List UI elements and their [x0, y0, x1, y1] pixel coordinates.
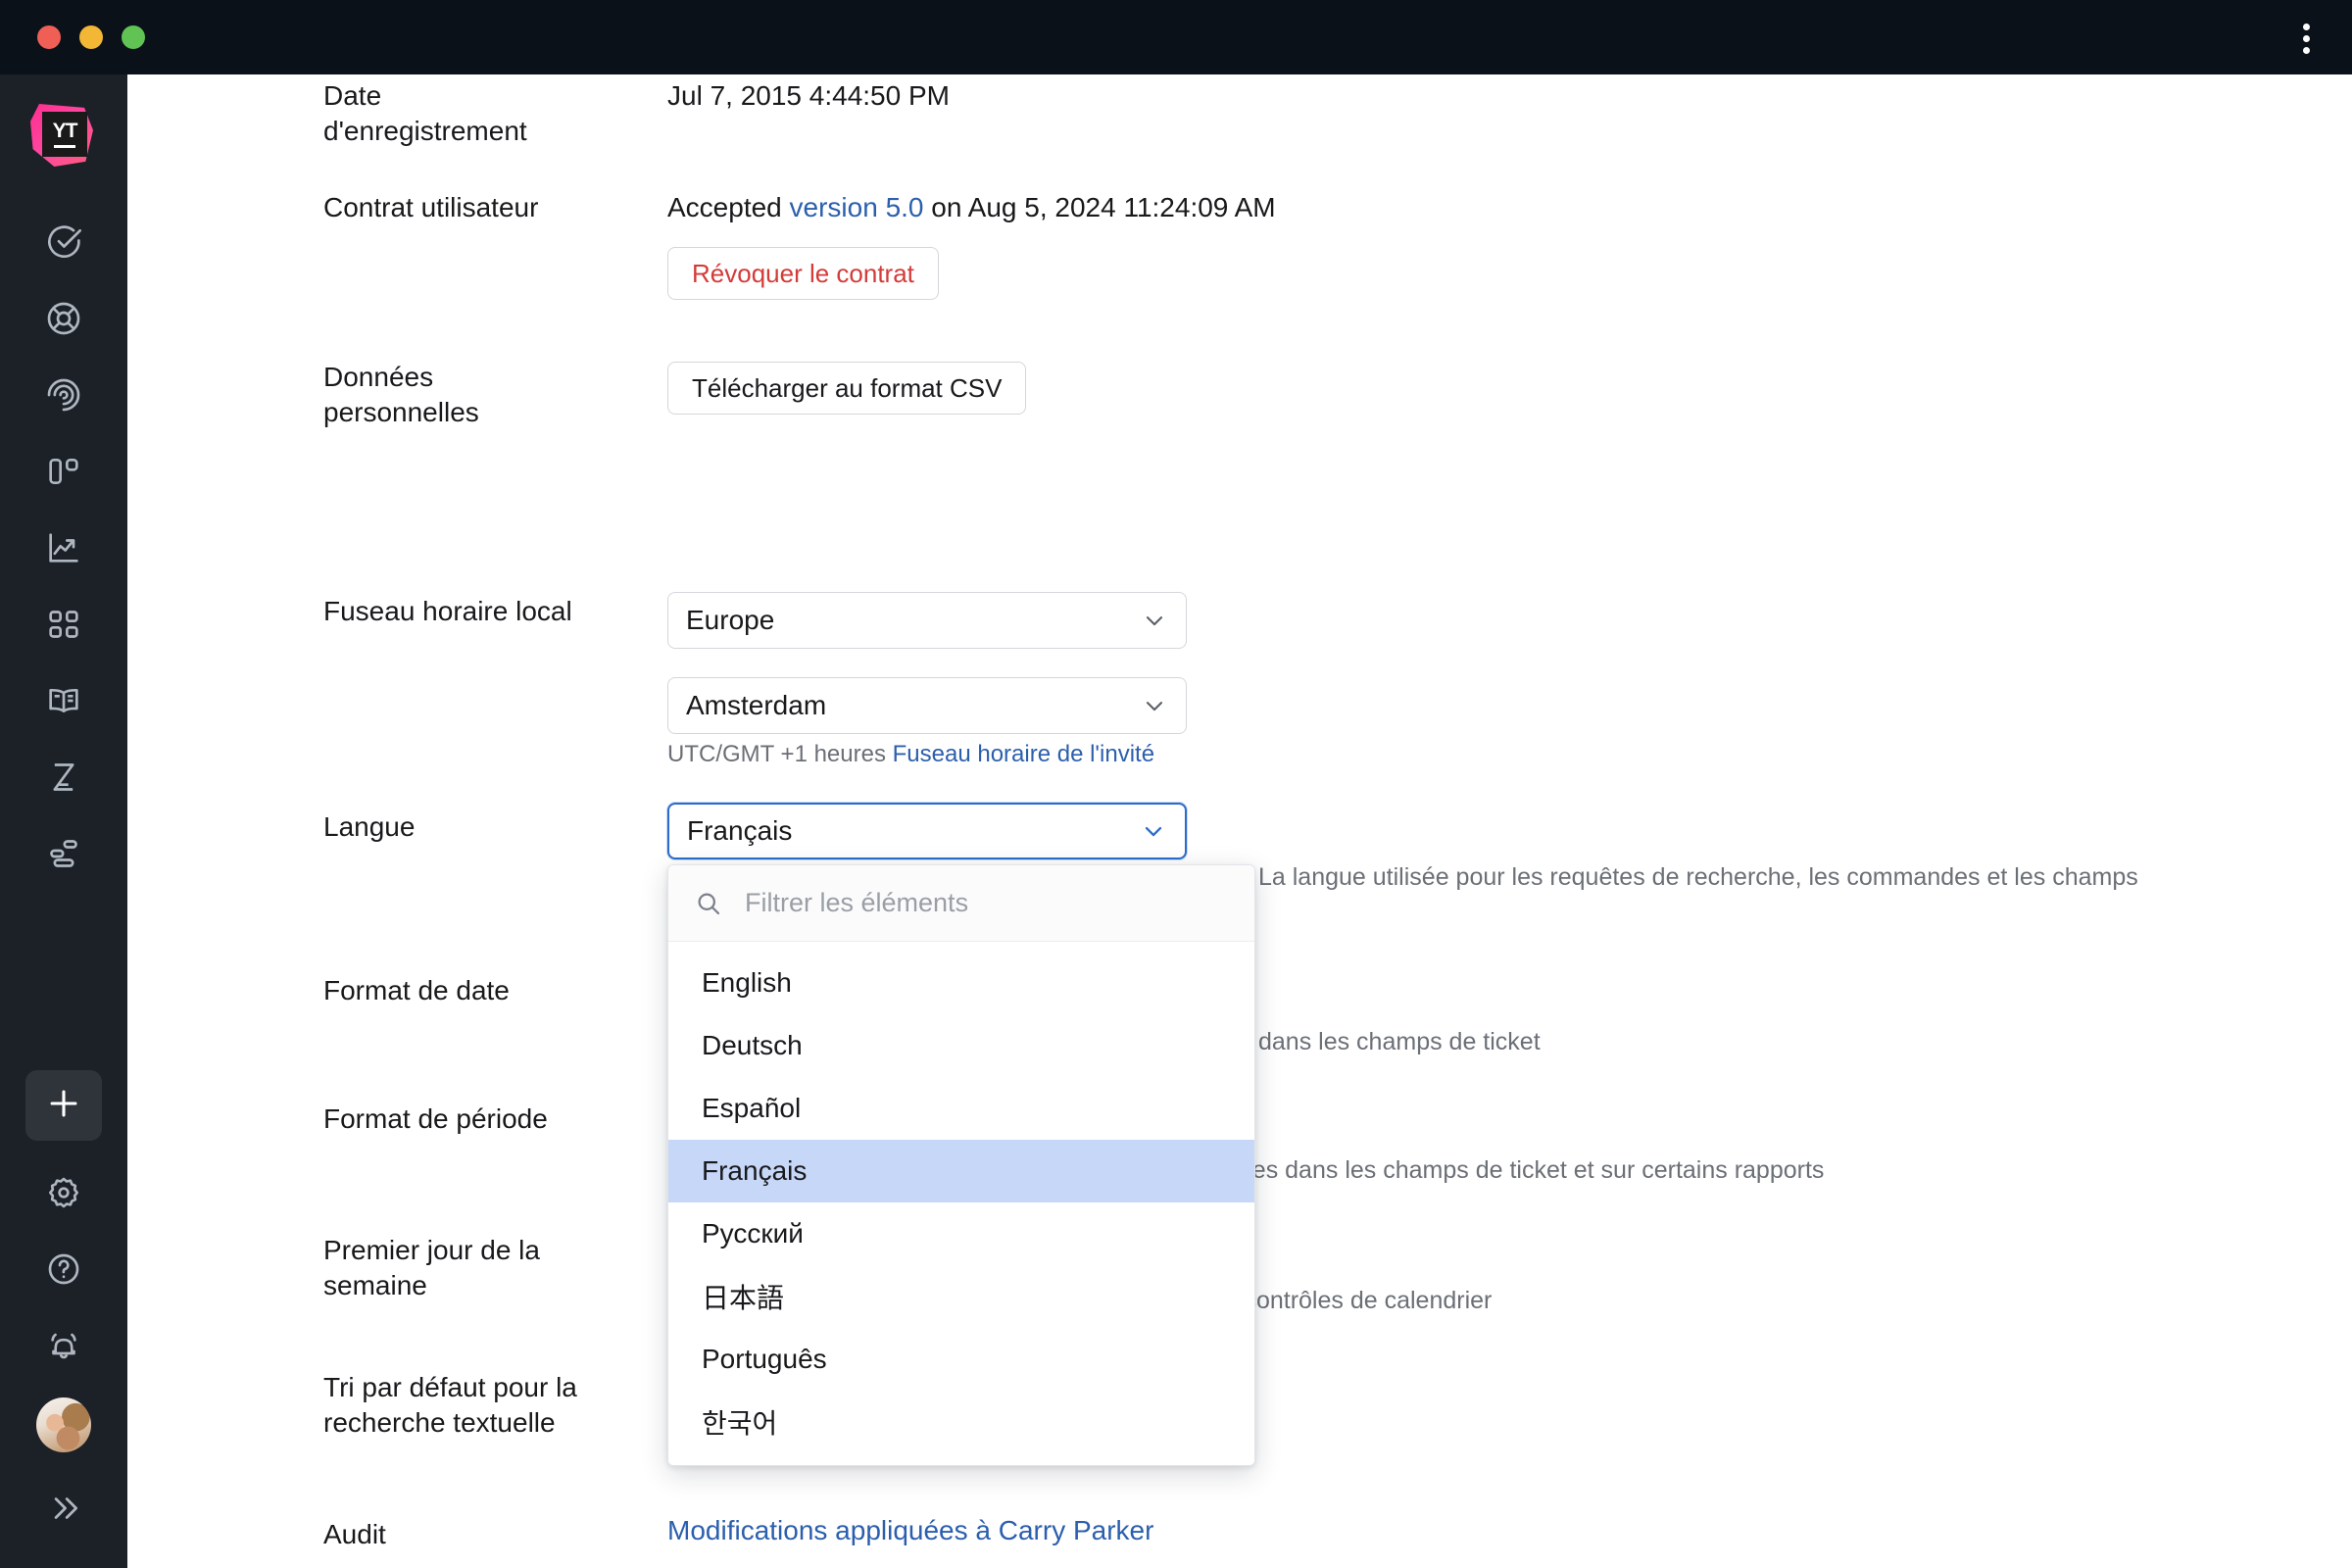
- guest-timezone-link[interactable]: Fuseau horaire de l'invité: [893, 741, 1154, 767]
- more-options-icon[interactable]: [2291, 22, 2321, 55]
- download-csv-button[interactable]: Télécharger au format CSV: [667, 362, 1026, 415]
- radar-icon: [44, 375, 83, 415]
- timezone-region-select[interactable]: Europe: [667, 592, 1187, 649]
- sidebar: YT: [0, 74, 127, 1568]
- youtrack-logo[interactable]: YT: [28, 100, 99, 171]
- sidebar-item-agile-boards[interactable]: [25, 280, 102, 357]
- revoke-agreement-button[interactable]: Révoquer le contrat: [667, 247, 939, 300]
- kebab-dot: [2303, 47, 2310, 54]
- kebab-dot: [2303, 35, 2310, 42]
- agreement-prefix: Accepted: [667, 192, 790, 222]
- chevron-down-icon: [1140, 817, 1167, 845]
- question-circle-icon: [44, 1250, 83, 1289]
- language-label: Langue: [323, 809, 657, 845]
- user-agreement-value: Accepted version 5.0 on Aug 5, 2024 11:2…: [667, 190, 1276, 225]
- lifebuoy-icon: [44, 299, 83, 338]
- agreement-suffix: on Aug 5, 2024 11:24:09 AM: [924, 192, 1276, 222]
- layout-icon: [44, 452, 83, 491]
- sidebar-item-dashboards[interactable]: [25, 586, 102, 662]
- timezone-city-value: Amsterdam: [686, 690, 1141, 721]
- sidebar-item-reports[interactable]: [25, 510, 102, 586]
- sidebar-item-issues[interactable]: [25, 204, 102, 280]
- title-bar: [0, 0, 2352, 74]
- dropdown-option[interactable]: 日本語: [668, 1265, 1254, 1328]
- sidebar-nav: [25, 204, 102, 892]
- logo-text: YT: [53, 121, 77, 141]
- chart-line-icon: [44, 528, 83, 567]
- dropdown-option[interactable]: 한국어: [668, 1391, 1254, 1453]
- chevrons-right-icon: [45, 1490, 82, 1527]
- audit-label: Audit: [323, 1517, 657, 1552]
- dropdown-filter-row[interactable]: Filtrer les éléments: [668, 865, 1254, 942]
- sidebar-item-projects[interactable]: [25, 433, 102, 510]
- kebab-dot: [2303, 24, 2310, 30]
- sidebar-item-help[interactable]: [25, 1231, 102, 1307]
- period-format-description: odes dans les champs de ticket et sur ce…: [1225, 1153, 1824, 1187]
- sidebar-bottom: [25, 1070, 102, 1568]
- grid-icon: [44, 605, 83, 644]
- dropdown-filter-placeholder: Filtrer les éléments: [745, 888, 968, 918]
- app-window: YT: [0, 0, 2352, 1568]
- check-circle-icon: [44, 222, 83, 262]
- bell-icon: [44, 1326, 83, 1365]
- registration-date-label: Date d'enregistrement: [323, 78, 657, 149]
- language-value: Français: [687, 815, 1140, 847]
- dropdown-option[interactable]: English: [668, 952, 1254, 1014]
- default-sort-label: Tri par défaut pour la recherche textuel…: [323, 1370, 715, 1441]
- sidebar-item-timesheets[interactable]: [25, 739, 102, 815]
- search-icon: [694, 889, 723, 918]
- date-format-label: Format de date: [323, 973, 657, 1008]
- plus-icon: [42, 1082, 85, 1130]
- personal-data-label: Données personnelles: [323, 360, 657, 430]
- dropdown-options-list: English Deutsch Español Français Русский…: [668, 942, 1254, 1465]
- language-dropdown-panel: Filtrer les éléments English Deutsch Esp…: [667, 864, 1255, 1466]
- timezone-city-select[interactable]: Amsterdam: [667, 677, 1187, 734]
- language-select[interactable]: Français: [667, 803, 1187, 859]
- local-timezone-label: Fuseau horaire local: [323, 594, 657, 629]
- user-agreement-label: Contrat utilisateur: [323, 190, 657, 225]
- first-day-of-week-label: Premier jour de la semaine: [323, 1233, 657, 1303]
- gear-icon: [44, 1173, 83, 1212]
- sidebar-item-articles[interactable]: [25, 662, 102, 739]
- date-format-description: dans les champs de ticket: [1258, 1025, 1541, 1058]
- registration-date-value: Jul 7, 2015 4:44:50 PM: [667, 78, 950, 114]
- timezone-region-value: Europe: [686, 605, 1141, 636]
- dropdown-option[interactable]: Deutsch: [668, 1014, 1254, 1077]
- agreement-version-link[interactable]: version 5.0: [790, 192, 924, 222]
- sliders-icon: [44, 834, 83, 873]
- avatar[interactable]: [36, 1397, 91, 1452]
- dropdown-option[interactable]: Русский: [668, 1202, 1254, 1265]
- minimize-button[interactable]: [79, 25, 103, 49]
- period-format-label: Format de période: [323, 1102, 657, 1137]
- dropdown-option[interactable]: Español: [668, 1077, 1254, 1140]
- language-description: La langue utilisée pour les requêtes de …: [1258, 860, 2138, 894]
- sidebar-item-workflows[interactable]: [25, 815, 102, 892]
- close-button[interactable]: [37, 25, 61, 49]
- dropdown-option[interactable]: Português: [668, 1328, 1254, 1391]
- timezone-hint-text: UTC/GMT +1 heures: [667, 741, 893, 767]
- sidebar-item-settings[interactable]: [25, 1154, 102, 1231]
- chevron-down-icon: [1141, 607, 1168, 634]
- create-button[interactable]: [25, 1070, 102, 1141]
- traffic-lights: [37, 25, 145, 49]
- hourglass-icon: [44, 758, 83, 797]
- maximize-button[interactable]: [122, 25, 145, 49]
- first-day-of-week-description: s contrôles de calendrier: [1225, 1284, 1492, 1317]
- sidebar-item-knowledge[interactable]: [25, 357, 102, 433]
- settings-panel: Date d'enregistrement Jul 7, 2015 4:44:5…: [127, 74, 2352, 1568]
- audit-changes-applied-link[interactable]: Modifications appliquées à Carry Parker: [667, 1515, 1153, 1546]
- sidebar-item-notifications[interactable]: [25, 1307, 102, 1384]
- logo-underscore: [54, 145, 75, 148]
- expand-sidebar-button[interactable]: [25, 1470, 102, 1546]
- chevron-down-icon: [1141, 692, 1168, 719]
- book-icon: [44, 681, 83, 720]
- dropdown-option-selected[interactable]: Français: [668, 1140, 1254, 1202]
- logo-badge: YT: [42, 112, 87, 157]
- timezone-hint: UTC/GMT +1 heures Fuseau horaire de l'in…: [667, 739, 1154, 770]
